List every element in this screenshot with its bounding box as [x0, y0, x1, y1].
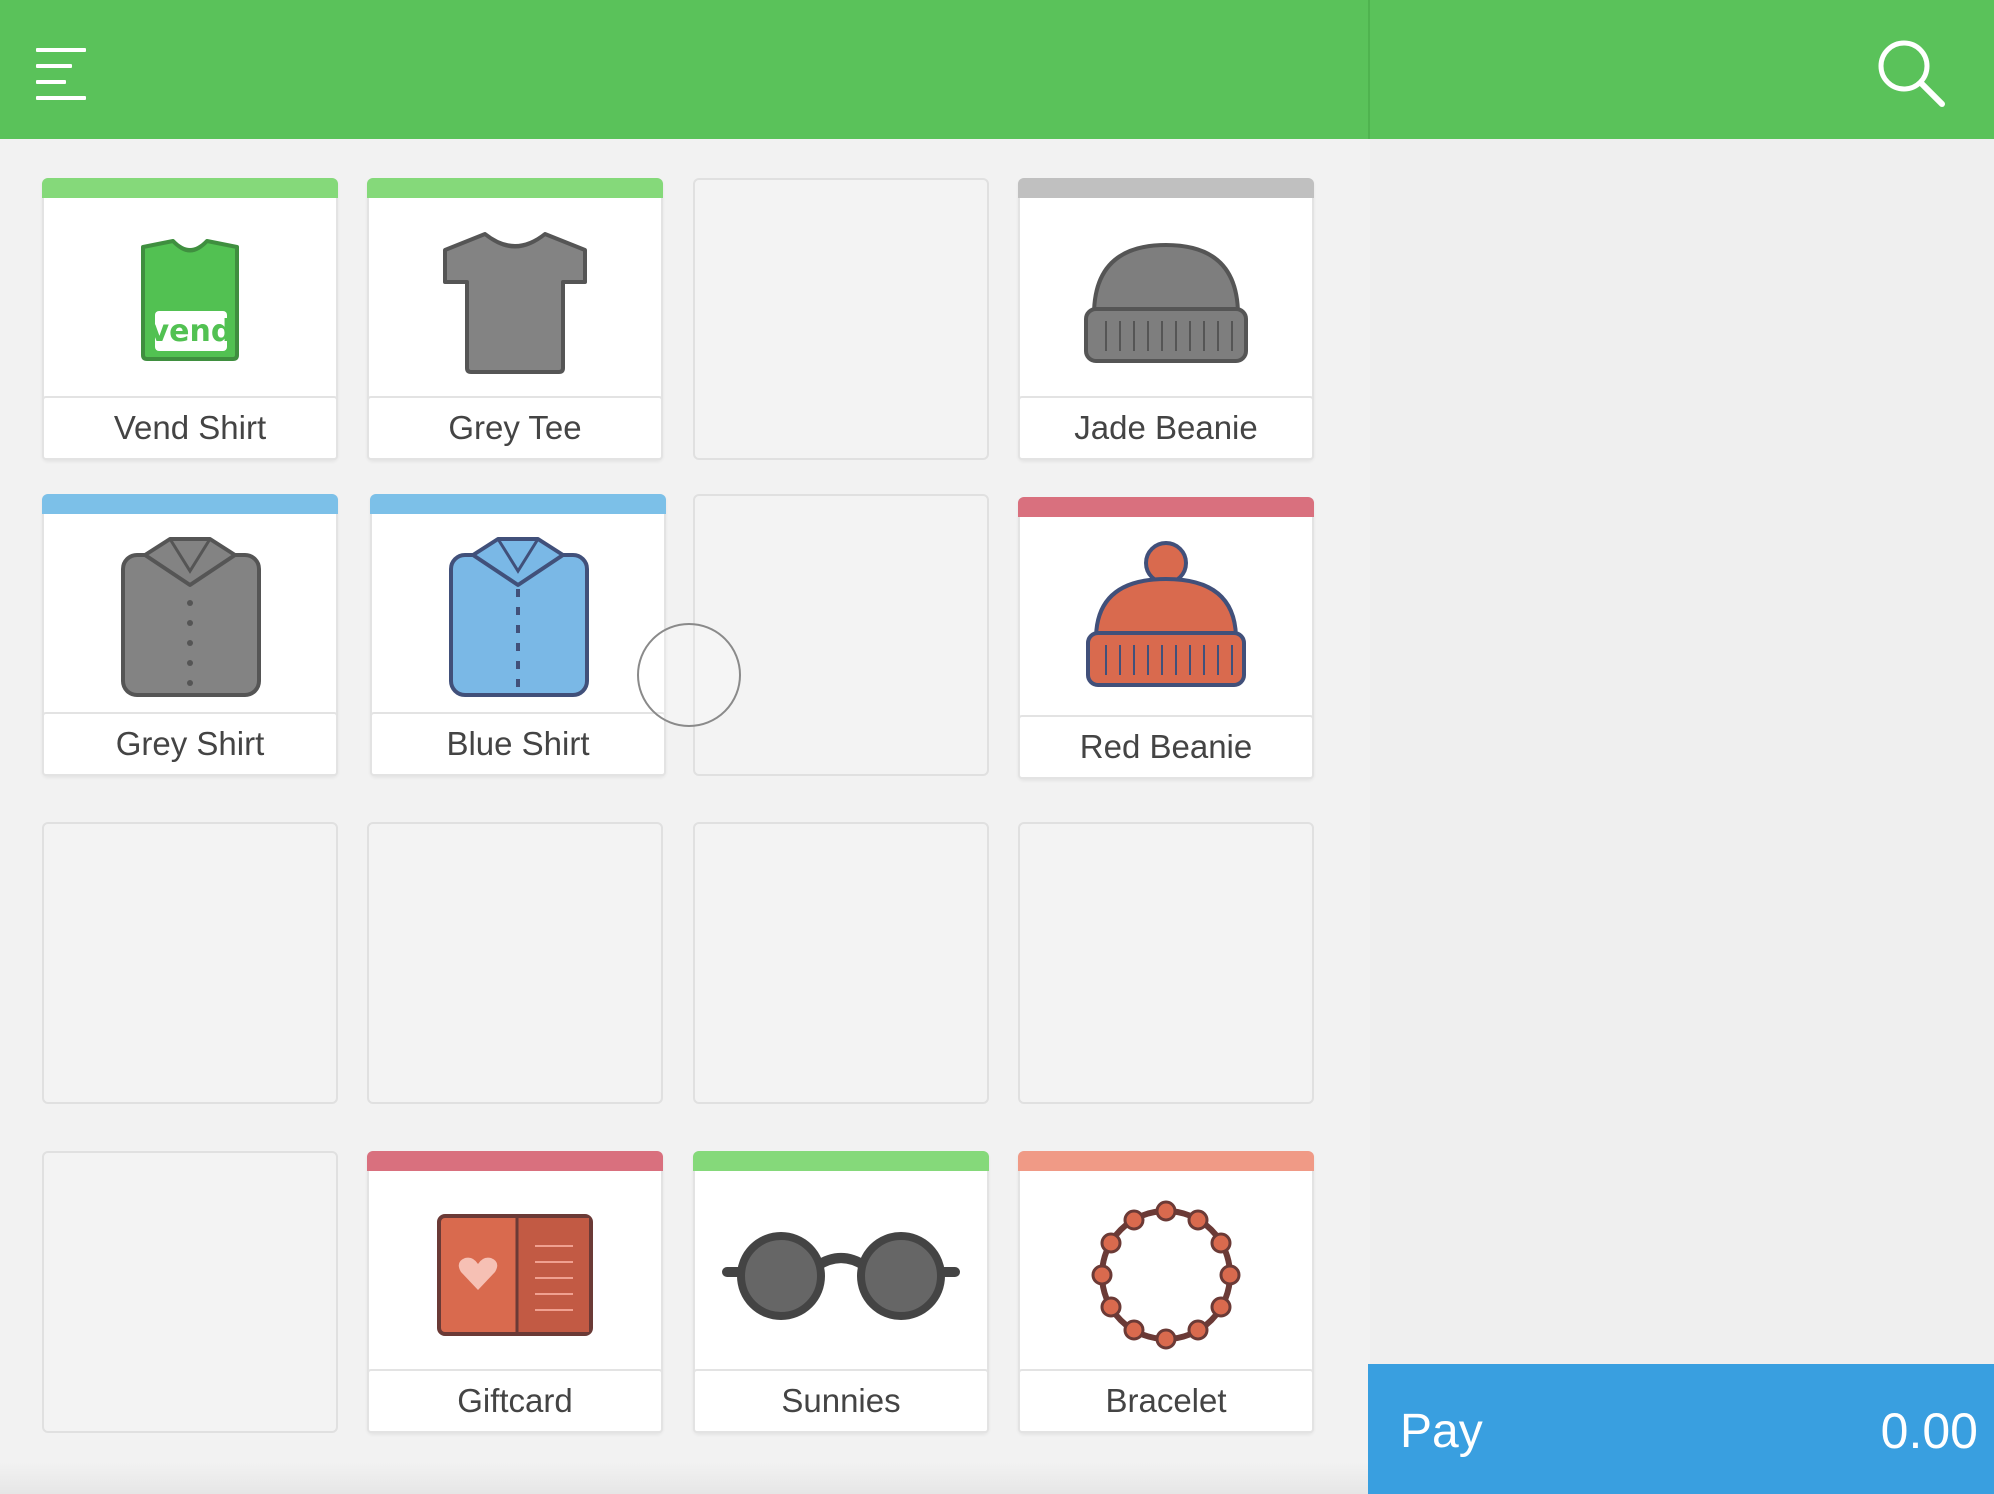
category-stripe	[367, 178, 663, 198]
search-icon	[1878, 40, 1945, 107]
bracelet-icon	[1020, 1175, 1312, 1375]
menu-button[interactable]	[30, 42, 96, 104]
product-tile-vend-shirt[interactable]: vend Vend Shirt	[42, 178, 338, 460]
product-tile-grey-shirt[interactable]: Grey Shirt	[42, 494, 338, 776]
product-name: Blue Shirt	[370, 712, 666, 776]
product-name: Jade Beanie	[1018, 396, 1314, 460]
product-name: Grey Tee	[367, 396, 663, 460]
pay-amount: 0.00	[1880, 1403, 1978, 1459]
category-stripe	[1018, 497, 1314, 517]
category-stripe	[1018, 1151, 1314, 1171]
category-stripe	[370, 494, 666, 514]
product-tile-giftcard[interactable]: Giftcard	[367, 1151, 663, 1433]
green-tshirt-icon: vend	[44, 202, 336, 402]
hamburger-menu-icon	[36, 48, 86, 52]
product-name: Bracelet	[1018, 1369, 1314, 1433]
hamburger-line	[36, 64, 72, 68]
category-stripe	[693, 1151, 989, 1171]
search-button[interactable]	[1874, 36, 1948, 110]
product-tile-grey-tee[interactable]: Grey Tee	[367, 178, 663, 460]
product-name: Grey Shirt	[42, 712, 338, 776]
product-name: Red Beanie	[1018, 715, 1314, 779]
product-tile-bracelet[interactable]: Bracelet	[1018, 1151, 1314, 1433]
product-tile-jade-beanie[interactable]: Jade Beanie	[1018, 178, 1314, 460]
category-stripe	[367, 1151, 663, 1171]
empty-tile[interactable]	[42, 822, 338, 1104]
product-name: Giftcard	[367, 1369, 663, 1433]
pay-button[interactable]: Pay 0.00	[1368, 1364, 1994, 1494]
bobble-beanie-icon	[1020, 521, 1312, 721]
pay-label: Pay	[1400, 1405, 1483, 1458]
blue-shirt-icon	[372, 518, 664, 718]
sunglasses-icon	[695, 1175, 987, 1375]
empty-tile[interactable]	[693, 494, 989, 776]
product-name: Vend Shirt	[42, 396, 338, 460]
empty-tile[interactable]	[367, 822, 663, 1104]
hamburger-line	[36, 80, 66, 84]
product-tile-blue-shirt[interactable]: Blue Shirt	[370, 494, 666, 776]
grid-bottom-shade	[0, 1462, 1368, 1494]
top-bar	[0, 0, 1994, 139]
vend-logo-text: vend	[150, 314, 233, 349]
grey-tshirt-icon	[369, 202, 661, 402]
empty-tile[interactable]	[693, 822, 989, 1104]
product-tile-sunnies[interactable]: Sunnies	[693, 1151, 989, 1433]
product-name: Sunnies	[693, 1369, 989, 1433]
giftcard-icon	[369, 1175, 661, 1375]
empty-tile[interactable]	[1018, 822, 1314, 1104]
beanie-icon	[1020, 202, 1312, 402]
empty-tile[interactable]	[693, 178, 989, 460]
hamburger-line	[36, 96, 86, 100]
category-stripe	[1018, 178, 1314, 198]
grey-shirt-icon	[44, 518, 336, 718]
product-tile-red-beanie[interactable]: Red Beanie	[1018, 497, 1314, 779]
touch-indicator	[637, 623, 741, 727]
empty-tile[interactable]	[42, 1151, 338, 1433]
sale-panel	[1370, 139, 1994, 1494]
category-stripe	[42, 178, 338, 198]
category-stripe	[42, 494, 338, 514]
header-divider	[1368, 0, 1370, 139]
